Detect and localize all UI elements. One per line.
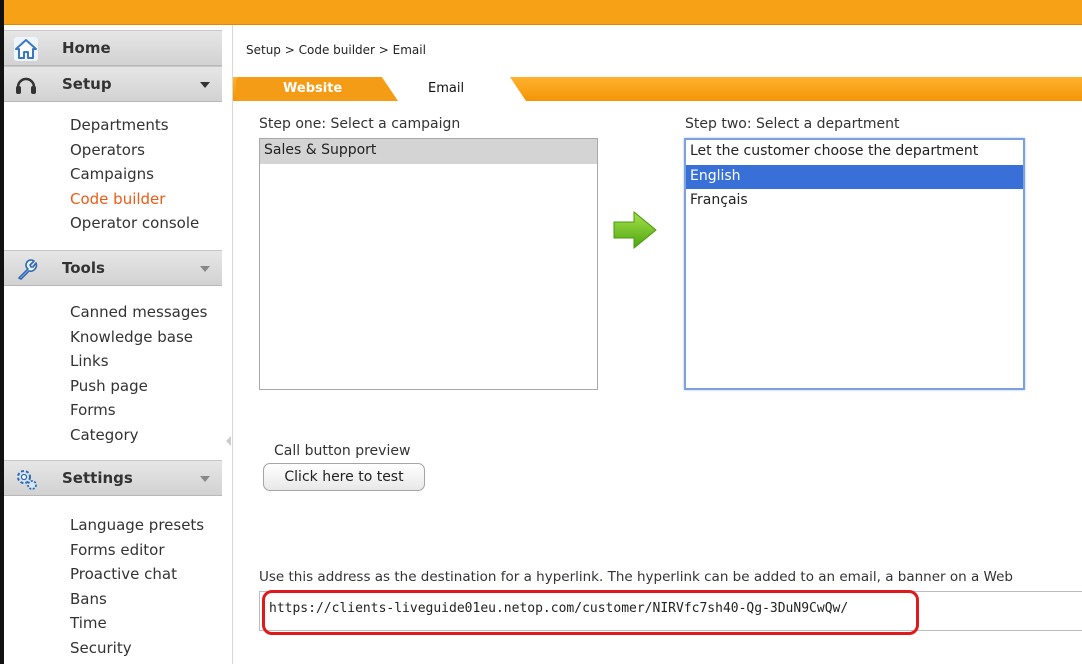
settings-nav-list: Language presets Forms editor Proactive … [70, 513, 204, 660]
sidebar-item-proactive-chat[interactable]: Proactive chat [70, 562, 204, 587]
sidebar-item-operators[interactable]: Operators [70, 138, 199, 163]
list-item[interactable]: Français [686, 189, 1023, 214]
top-orange-bar [0, 0, 1082, 25]
sidebar-item-departments[interactable]: Departments [70, 113, 199, 138]
sidebar-section-setup[interactable]: Setup [4, 66, 222, 102]
sidebar-settings-label: Settings [62, 469, 133, 487]
list-item[interactable]: Sales & Support [260, 139, 597, 164]
sidebar-divider [232, 25, 233, 664]
call-button-preview-label: Call button preview [274, 443, 411, 459]
arrow-right-icon [613, 210, 657, 250]
chevron-down-icon[interactable] [200, 266, 210, 272]
list-item[interactable]: English [686, 164, 1023, 189]
sidebar-item-language-presets[interactable]: Language presets [70, 513, 204, 538]
tab-email[interactable]: Email [382, 77, 526, 101]
sidebar-item-canned-messages[interactable]: Canned messages [70, 300, 207, 325]
headset-icon [14, 73, 38, 97]
home-icon [14, 37, 38, 61]
sidebar-item-forms[interactable]: Forms [70, 398, 207, 423]
sidebar-item-forms-editor[interactable]: Forms editor [70, 538, 204, 563]
department-listbox[interactable]: Let the customer choose the department E… [684, 138, 1025, 390]
sidebar-home-label: Home [62, 39, 111, 57]
sidebar-item-campaigns[interactable]: Campaigns [70, 162, 199, 187]
step-one-label: Step one: Select a campaign [259, 116, 461, 132]
sidebar-item-security[interactable]: Security [70, 636, 204, 661]
campaign-listbox[interactable]: Sales & Support [259, 138, 598, 390]
sidebar: Home Setup Departments Operators Campaig… [4, 25, 222, 664]
step-two-label: Step two: Select a department [685, 116, 900, 132]
tab-website-label: Website [283, 81, 343, 96]
sidebar-setup-label: Setup [62, 75, 112, 93]
highlight-annotation [262, 590, 919, 635]
sidebar-home[interactable]: Home [4, 30, 222, 66]
collapse-sidebar-icon[interactable] [226, 436, 231, 446]
sidebar-item-category[interactable]: Category [70, 423, 207, 448]
test-button[interactable]: Click here to test [263, 463, 425, 491]
wrench-icon [14, 257, 38, 281]
chevron-down-icon[interactable] [200, 82, 210, 88]
sidebar-item-links[interactable]: Links [70, 349, 207, 374]
sidebar-item-code-builder[interactable]: Code builder [70, 187, 199, 212]
sidebar-section-tools[interactable]: Tools [4, 250, 222, 286]
sidebar-tools-label: Tools [62, 259, 105, 277]
setup-nav-list: Departments Operators Campaigns Code bui… [70, 113, 199, 236]
sidebar-item-operator-console[interactable]: Operator console [70, 211, 199, 236]
breadcrumb: Setup > Code builder > Email [246, 43, 426, 57]
hyperlink-instructions: Use this address as the destination for … [259, 569, 1013, 585]
sidebar-item-time[interactable]: Time [70, 611, 204, 636]
sidebar-item-knowledge-base[interactable]: Knowledge base [70, 325, 207, 350]
list-item[interactable]: Let the customer choose the department [686, 140, 1023, 165]
tools-nav-list: Canned messages Knowledge base Links Pus… [70, 300, 207, 447]
tab-website[interactable]: Website [236, 77, 398, 101]
tab-email-label: Email [428, 81, 465, 96]
chevron-down-icon[interactable] [200, 476, 210, 482]
sidebar-item-push-page[interactable]: Push page [70, 374, 207, 399]
sidebar-item-bans[interactable]: Bans [70, 587, 204, 612]
sidebar-section-settings[interactable]: Settings [4, 460, 222, 496]
gears-icon [14, 467, 38, 491]
